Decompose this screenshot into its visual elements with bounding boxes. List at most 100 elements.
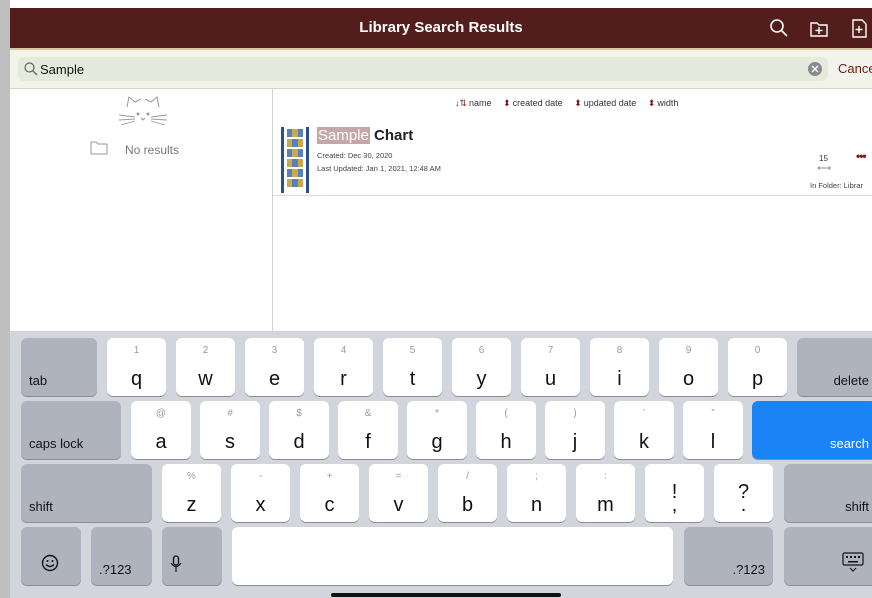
key-row3-6[interactable]: :m: [576, 464, 635, 522]
numbers-key-right[interactable]: .?123: [684, 527, 773, 585]
sort-by-updated[interactable]: ⬍ updated date: [574, 98, 636, 108]
key-secondary-label: 3: [271, 345, 278, 356]
search-key[interactable]: search: [752, 401, 872, 459]
key-row1-4[interactable]: 5t: [383, 338, 442, 396]
sort-created-label: created date: [512, 98, 563, 108]
key-secondary-label: ”: [711, 408, 715, 419]
key-row1-0[interactable]: 1q: [107, 338, 166, 396]
result-row[interactable]: Sample Chart Created: Dec 30, 2020 Last …: [273, 115, 872, 196]
key-row2-8[interactable]: ” l: [683, 401, 743, 459]
key-row3-7[interactable]: ! ,: [645, 464, 704, 522]
key-primary-label: z: [186, 494, 197, 516]
key-row1-6[interactable]: 7u: [521, 338, 580, 396]
key-row2-0[interactable]: @ a: [131, 401, 191, 459]
key-row3-3[interactable]: = v: [369, 464, 428, 522]
key-primary-label: u: [544, 368, 557, 390]
shift-key-left[interactable]: shift: [21, 464, 152, 522]
key-secondary-label: -: [258, 471, 263, 482]
key-primary-label: g: [431, 431, 443, 453]
key-row2-5[interactable]: (h: [476, 401, 536, 459]
add-file-icon[interactable]: [848, 17, 870, 39]
hide-keyboard-key[interactable]: [784, 527, 872, 585]
key-row3-4[interactable]: / b: [438, 464, 497, 522]
width-arrow-icon: ⟷: [817, 163, 832, 174]
page-title: Library Search Results: [359, 19, 523, 36]
key-primary-label: e: [268, 368, 281, 390]
key-primary-label: q: [130, 368, 143, 390]
cancel-button[interactable]: Cance: [838, 61, 872, 76]
key-secondary-label: @: [155, 408, 167, 419]
numbers-key-left[interactable]: .?123: [91, 527, 152, 585]
key-row1-8[interactable]: 9o: [659, 338, 718, 396]
key-primary-label: c: [324, 494, 335, 516]
tab-key[interactable]: tab: [21, 338, 97, 396]
sort-updated-label: updated date: [583, 98, 637, 108]
sort-width-label: width: [657, 98, 679, 108]
key-secondary-label: 0: [754, 345, 761, 356]
key-row3-0[interactable]: % z: [162, 464, 221, 522]
search-key-label: search: [829, 436, 869, 451]
key-row1-5[interactable]: 6y: [452, 338, 511, 396]
sort-by-name[interactable]: ↓⇅ name: [455, 98, 492, 108]
shift-key-right[interactable]: shift: [784, 464, 872, 522]
result-name-rest: Chart: [369, 127, 414, 144]
microphone-icon: [170, 555, 182, 572]
sort-by-created[interactable]: ⬍ created date: [503, 98, 563, 108]
key-secondary-label: 9: [685, 345, 692, 356]
clear-search-button[interactable]: [808, 62, 822, 76]
tab-key-label: tab: [29, 373, 48, 388]
result-name: Sample Chart: [317, 127, 413, 144]
key-primary-label: s: [225, 431, 235, 453]
key-secondary-label: ): [573, 408, 577, 419]
key-row3-5[interactable]: ; n: [507, 464, 566, 522]
key-primary-label: o: [682, 368, 695, 390]
key-row2-6[interactable]: ) j: [545, 401, 605, 459]
key-row1-2[interactable]: 3e: [245, 338, 304, 396]
window-edge-shadow: [0, 0, 10, 598]
key-primary-label: l: [710, 431, 716, 453]
delete-key[interactable]: delete: [797, 338, 872, 396]
more-options-button[interactable]: •••: [856, 149, 867, 163]
key-primary-label: f: [365, 431, 371, 453]
title-bar: Library Search Results: [10, 8, 872, 48]
key-primary-label: m: [597, 494, 614, 516]
delete-key-label: delete: [833, 373, 869, 388]
key-secondary-label: 7: [547, 345, 554, 356]
key-row3-8[interactable]: ? .: [714, 464, 773, 522]
sort-by-width[interactable]: ⬍ width: [648, 98, 679, 108]
key-row3-2[interactable]: + c: [300, 464, 359, 522]
search-icon[interactable]: [768, 17, 790, 39]
space-bar[interactable]: [232, 527, 673, 585]
search-field[interactable]: [18, 57, 828, 81]
key-row2-3[interactable]: & f: [338, 401, 398, 459]
search-input[interactable]: [40, 60, 800, 78]
key-row3-1[interactable]: -x: [231, 464, 290, 522]
key-row1-3[interactable]: 4r: [314, 338, 373, 396]
folders-pane: No results: [10, 88, 273, 332]
numbers-right-label: .?123: [732, 562, 765, 577]
key-row2-1[interactable]: # s: [200, 401, 260, 459]
sort-width-icon: ⬍: [647, 98, 656, 108]
key-primary-label: ? .: [737, 481, 750, 516]
key-secondary-label: *: [435, 408, 439, 419]
key-row1-1[interactable]: 2w: [176, 338, 235, 396]
add-folder-icon[interactable]: [808, 17, 830, 39]
key-row2-7[interactable]: ’ k: [614, 401, 674, 459]
close-icon: [811, 65, 819, 73]
key-secondary-label: 8: [616, 345, 623, 356]
key-secondary-label: ;: [535, 471, 538, 482]
dictation-key[interactable]: [162, 527, 222, 585]
key-row2-4[interactable]: * g: [407, 401, 467, 459]
key-row2-2[interactable]: $ d: [269, 401, 329, 459]
results-pane: ↓⇅ name ⬍ created date ⬍ updated date ⬍ widt…: [273, 88, 872, 332]
shift-left-label: shift: [29, 499, 53, 514]
key-secondary-label: (: [504, 408, 508, 419]
emoji-key[interactable]: [21, 527, 81, 585]
key-row1-7[interactable]: 8i: [590, 338, 649, 396]
caps-lock-key[interactable]: caps lock: [21, 401, 121, 459]
key-primary-label: h: [500, 431, 512, 453]
key-primary-label: x: [255, 494, 266, 516]
key-secondary-label: :: [604, 471, 607, 482]
key-row1-9[interactable]: 0p: [728, 338, 787, 396]
key-secondary-label: $: [296, 408, 302, 419]
